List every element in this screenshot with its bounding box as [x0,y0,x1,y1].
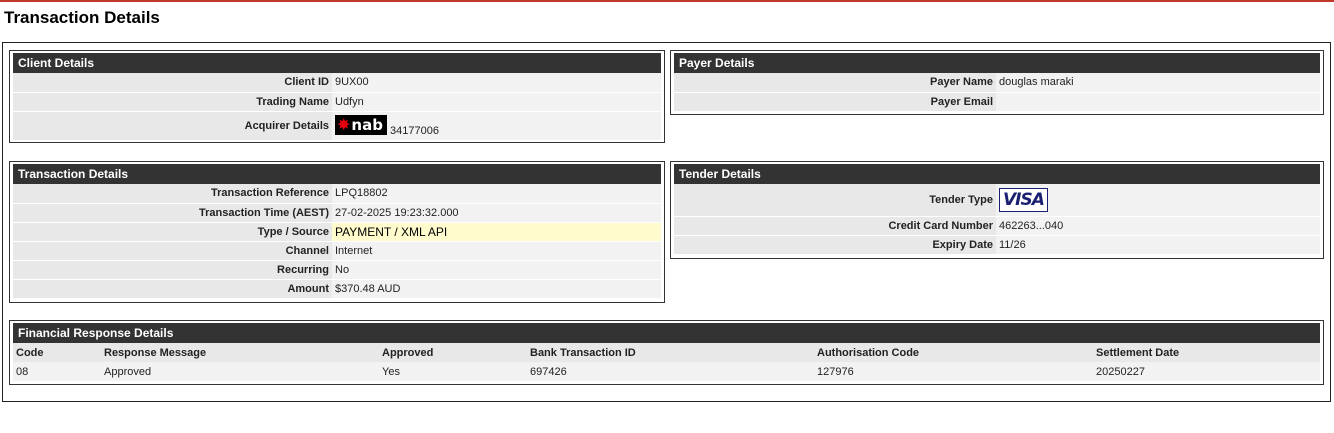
expiry-row: Expiry Date 11/26 [674,235,1320,255]
time-row: Transaction Time (AEST) 27-02-2025 19:23… [13,203,661,223]
acquirer-value: ✸ nab 34177006 [332,111,661,141]
tender-type-value: VISA [996,184,1320,217]
channel-label: Channel [13,241,332,261]
channel-row: Channel Internet [13,241,661,261]
reference-label: Transaction Reference [13,184,332,204]
amount-row: Amount $370.48 AUD [13,279,661,299]
column-header-authorisation-code: Authorisation Code [814,343,1093,362]
transaction-details-container: Client Details Client ID 9UX00 Trading N… [2,42,1331,402]
table-header-row: Code Response Message Approved Bank Tran… [13,343,1320,362]
payer-name-row: Payer Name douglas maraki [674,73,1320,93]
cell-authorisation-code: 127976 [814,362,1093,381]
financial-response-panel: Financial Response Details Code Response… [9,320,1324,385]
card-number-row: Credit Card Number 462263...040 [674,216,1320,236]
trading-name-label: Trading Name [13,92,332,112]
payer-details-panel: Payer Details Payer Name douglas maraki … [670,50,1324,115]
page-title: Transaction Details [4,8,160,27]
visa-logo: VISA [999,187,1048,212]
tender-type-row: Tender Type VISA [674,184,1320,217]
cell-bank-transaction-id: 697426 [527,362,814,381]
client-details-panel: Client Details Client ID 9UX00 Trading N… [9,50,665,143]
column-header-code: Code [13,343,101,362]
transaction-details-panel: Transaction Details Transaction Referenc… [9,161,665,303]
transaction-details-header: Transaction Details [13,164,661,184]
recurring-label: Recurring [13,260,332,280]
payer-details-header: Payer Details [674,53,1320,73]
column-header-approved: Approved [379,343,527,362]
type-value: PAYMENT / XML API [332,222,661,242]
channel-value: Internet [332,241,661,261]
cell-code: 08 [13,362,101,381]
column-header-settlement-date: Settlement Date [1093,343,1320,362]
client-details-header: Client Details [13,53,661,73]
payer-email-row: Payer Email [674,92,1320,112]
trading-name-row: Trading Name Udfyn [13,92,661,112]
recurring-value: No [332,260,661,280]
time-value: 27-02-2025 19:23:32.000 [332,203,661,223]
tender-type-label: Tender Type [674,184,996,217]
type-row: Type / Source PAYMENT / XML API [13,222,661,242]
acquirer-label: Acquirer Details [13,111,332,141]
acquirer-row: Acquirer Details ✸ nab 34177006 [13,111,661,141]
cell-response-message: Approved [101,362,379,381]
payer-name-label: Payer Name [674,73,996,93]
tender-details-header: Tender Details [674,164,1320,184]
client-id-value: 9UX00 [332,73,661,93]
time-label: Transaction Time (AEST) [13,203,332,223]
financial-response-table: Code Response Message Approved Bank Tran… [13,343,1320,381]
tender-details-panel: Tender Details Tender Type VISA Credit C… [670,161,1324,259]
recurring-row: Recurring No [13,260,661,280]
cell-approved: Yes [379,362,527,381]
card-number-label: Credit Card Number [674,216,996,236]
payer-email-value [996,92,1320,112]
column-header-bank-transaction-id: Bank Transaction ID [527,343,814,362]
amount-value: $370.48 AUD [332,279,661,299]
client-id-row: Client ID 9UX00 [13,73,661,93]
nab-star-icon: ✸ [337,115,351,135]
nab-logo: ✸ nab [335,114,387,135]
payer-email-label: Payer Email [674,92,996,112]
cell-settlement-date: 20250227 [1093,362,1320,381]
expiry-value: 11/26 [996,235,1320,255]
amount-label: Amount [13,279,332,299]
acquirer-id: 34177006 [390,124,439,137]
client-id-label: Client ID [13,73,332,93]
financial-response-header: Financial Response Details [13,323,1320,343]
payer-name-value: douglas maraki [996,73,1320,93]
reference-row: Transaction Reference LPQ18802 [13,184,661,204]
trading-name-value: Udfyn [332,92,661,112]
card-number-value: 462263...040 [996,216,1320,236]
expiry-label: Expiry Date [674,235,996,255]
column-header-response-message: Response Message [101,343,379,362]
type-label: Type / Source [13,222,332,242]
table-row: 08 Approved Yes 697426 127976 20250227 [13,362,1320,381]
reference-value: LPQ18802 [332,184,661,204]
